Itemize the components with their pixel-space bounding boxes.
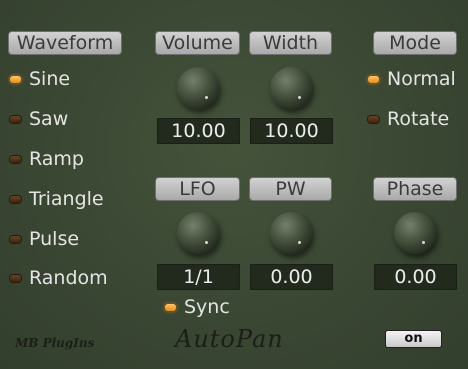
power-button[interactable]: on	[385, 330, 442, 348]
brand-logo: MB PlugIns	[15, 336, 95, 350]
waveform-triangle-led	[10, 195, 21, 203]
waveform-header: Waveform	[8, 31, 122, 55]
mode-option-rotate[interactable]: Rotate	[368, 106, 449, 132]
waveform-option-ramp[interactable]: Ramp	[10, 146, 84, 172]
sync-toggle[interactable]: Sync	[165, 294, 230, 320]
lfo-rate-display[interactable]: 1/1	[157, 264, 240, 290]
pw-value-display[interactable]: 0.00	[250, 264, 333, 290]
mode-normal-label: Normal	[387, 68, 456, 90]
autopan-plugin-panel: Waveform Sine Saw Ramp Triangle Pulse Ra…	[0, 0, 468, 369]
waveform-option-sine[interactable]: Sine	[10, 66, 70, 92]
waveform-random-label: Random	[29, 267, 108, 289]
waveform-pulse-led	[10, 235, 21, 243]
width-header: Width	[249, 31, 332, 55]
product-logo: AutoPan	[175, 325, 284, 353]
mode-rotate-led	[368, 115, 379, 123]
mode-rotate-label: Rotate	[387, 108, 450, 130]
volume-knob[interactable]	[177, 67, 219, 109]
waveform-saw-label: Saw	[29, 108, 69, 130]
waveform-pulse-label: Pulse	[29, 228, 80, 250]
waveform-option-saw[interactable]: Saw	[10, 106, 68, 132]
lfo-header: LFO	[155, 177, 240, 201]
mode-option-normal[interactable]: Normal	[368, 66, 456, 92]
waveform-saw-led	[10, 115, 21, 123]
waveform-option-pulse[interactable]: Pulse	[10, 226, 79, 252]
volume-value-display[interactable]: 10.00	[157, 118, 240, 144]
waveform-triangle-label: Triangle	[29, 188, 104, 210]
waveform-ramp-label: Ramp	[29, 148, 84, 170]
waveform-option-random[interactable]: Random	[10, 265, 108, 291]
waveform-ramp-led	[10, 155, 21, 163]
sync-led	[165, 303, 176, 311]
phase-value-display[interactable]: 0.00	[374, 264, 457, 290]
lfo-knob-indicator	[205, 241, 208, 244]
sync-label: Sync	[184, 296, 230, 318]
waveform-random-led	[10, 274, 21, 282]
phase-knob[interactable]	[394, 212, 436, 254]
width-value-display[interactable]: 10.00	[250, 118, 333, 144]
pw-header: PW	[249, 177, 332, 201]
phase-header: Phase	[373, 177, 457, 201]
waveform-option-triangle[interactable]: Triangle	[10, 186, 104, 212]
waveform-sine-label: Sine	[29, 68, 71, 90]
width-knob[interactable]	[270, 67, 312, 109]
mode-normal-led	[368, 75, 379, 83]
waveform-sine-led	[10, 75, 21, 83]
width-knob-indicator	[298, 96, 301, 99]
mode-header: Mode	[373, 31, 457, 55]
lfo-knob[interactable]	[177, 212, 219, 254]
phase-knob-indicator	[422, 241, 425, 244]
pw-knob-indicator	[298, 241, 301, 244]
volume-header: Volume	[155, 31, 240, 55]
volume-knob-indicator	[205, 96, 208, 99]
pw-knob[interactable]	[270, 212, 312, 254]
